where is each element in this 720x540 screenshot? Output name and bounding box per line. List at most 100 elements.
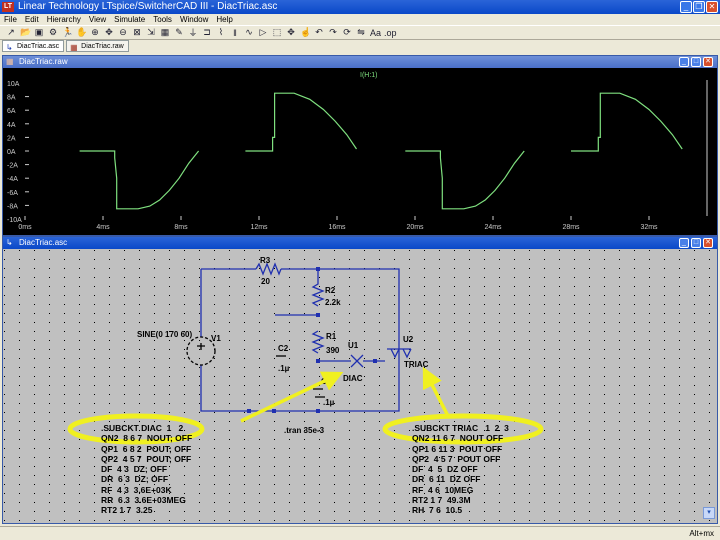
y-tick-label: 4A (7, 122, 16, 129)
subckt-line: RR 6 3 3.6E+03MEG (101, 495, 186, 506)
move-icon[interactable]: ✥ (286, 27, 296, 38)
c2-value: .1µ (278, 364, 290, 373)
c1-value: .1µ (323, 398, 335, 407)
u2-label: U2 (403, 335, 414, 344)
menu-simulate[interactable]: Simulate (114, 14, 145, 25)
y-tick-label: 8A (7, 95, 16, 102)
schematic-icon: ↳ (6, 43, 13, 52)
close-button[interactable]: ✕ (703, 57, 713, 67)
text-icon[interactable]: Aa (370, 28, 381, 38)
schematic-canvas[interactable]: R3 20 R2 2.2k R1 390 C2 .1µ C1 .1µ V1 SI… (3, 249, 717, 523)
halt-icon[interactable]: ✋ (76, 27, 87, 38)
u1-label: U1 (348, 341, 359, 350)
menu-tools[interactable]: Tools (153, 14, 172, 25)
open-icon[interactable]: 📂 (20, 27, 31, 38)
subckt-line: QN2 8 6 7 NOUT; OFF (101, 433, 193, 444)
spice-directive-icon[interactable]: .op (384, 28, 397, 38)
status-bar: Alt+mx (0, 526, 720, 540)
schematic-window: ↳ DiacTriac.asc _ □ ✕ R3 20 R2 2.2k R1 3… (2, 236, 718, 524)
menu-help[interactable]: Help (216, 14, 232, 25)
x-tick-label: 12ms (250, 224, 268, 231)
pan-icon[interactable]: ✥ (104, 27, 114, 38)
restore-button[interactable]: ❐ (693, 1, 705, 13)
close-button[interactable]: ✕ (703, 238, 713, 248)
window-title-text: DiacTriac.raw (19, 57, 68, 66)
triac-subckt-text[interactable]: .SUBCKT TRIAC 1 2 3 QN2 11 6 7 NOUT OFF QP… (412, 423, 509, 516)
waveform-icon: ▦ (70, 43, 78, 52)
x-tick-label: 0ms (18, 224, 32, 231)
rotate-icon[interactable]: ⟳ (342, 27, 352, 38)
diac-subckt-text[interactable]: .SUBCKT DIAC 1 2 QN2 8 6 7 NOUT; OFF QP1 6… (101, 423, 192, 516)
capacitor-icon[interactable]: ‖ (230, 28, 240, 38)
subckt-line: QP1 6 8 2 POUT; OFF (101, 443, 192, 454)
label-icon[interactable]: ⊐ (202, 27, 212, 38)
run-icon[interactable]: 🏃 (62, 27, 73, 38)
waveform-window-title: ▦ DiacTriac.raw _ □ ✕ (3, 56, 717, 68)
wire-icon[interactable]: ✎ (174, 27, 184, 38)
grid-icon[interactable]: ▦ (160, 27, 170, 38)
x-tick-label: 16ms (328, 224, 346, 231)
current-trace-segment (245, 92, 357, 152)
y-tick-label: -10A (7, 217, 22, 224)
subckt-line: .SUBCKT DIAC 1 2 (101, 423, 184, 433)
menu-file[interactable]: File (4, 14, 17, 25)
u2-value: TRIAC (404, 360, 429, 369)
subckt-line: DR 6 3 DZ; OFF (101, 474, 169, 485)
y-tick-label: -4A (7, 176, 18, 183)
current-trace-segment (405, 150, 525, 210)
current-trace-segment (571, 92, 683, 152)
menu-hierarchy[interactable]: Hierarchy (47, 14, 81, 25)
zoom-out-icon[interactable]: ⊖ (118, 27, 128, 38)
r2-value: 2.2k (325, 298, 341, 307)
r2-label: R2 (325, 286, 336, 295)
subckt-line: QP2 4 5 7 POUT OFF (412, 453, 501, 464)
x-tick-label: 4ms (96, 224, 110, 231)
v1-value: SINE(0 170 60) (137, 330, 192, 339)
control-panel-icon[interactable]: ⚙ (48, 27, 58, 38)
zoom-fit-icon[interactable]: ⊠ (132, 27, 142, 38)
maximize-button[interactable]: □ (691, 238, 701, 248)
y-tick-label: -2A (7, 163, 18, 170)
minimize-button[interactable]: _ (679, 57, 689, 67)
tab-diactriac-asc[interactable]: ↳ DiacTriac.asc (2, 40, 65, 52)
drag-icon[interactable]: ☝ (300, 27, 311, 38)
x-tick-label: 8ms (174, 224, 188, 231)
close-button[interactable]: ✕ (706, 1, 718, 13)
menu-view[interactable]: View (89, 14, 106, 25)
toolbar: ↗ 📂 ▣ ⚙ 🏃 ✋ ⊕ ✥ ⊖ ⊠ ⇲ ▦ ✎ ⏚ ⊐ ⌇ ‖ ∿ ▷ ⬚ ✥ ☝ ↶ ↷ ⟳ ⇋ Aa .op (0, 25, 720, 40)
subckt-line: RF 4 3 3.6E+03K (101, 484, 172, 495)
tab-diactriac-raw[interactable]: ▦ DiacTriac.raw (66, 40, 129, 52)
new-schematic-icon[interactable]: ↗ (6, 27, 16, 38)
v1-label: V1 (211, 334, 221, 343)
redo-icon[interactable]: ↷ (328, 27, 338, 38)
inductor-icon[interactable]: ∿ (244, 27, 254, 38)
minimize-button[interactable]: _ (680, 1, 692, 13)
resistor-icon[interactable]: ⌇ (216, 27, 226, 38)
waveform-plot[interactable]: 10A 8A 6A 4A 2A 0A -2A -4A -6A -8A -10A0ms 4ms 8ms 12… (3, 68, 717, 235)
autoscale-icon[interactable]: ⇲ (146, 27, 156, 38)
subckt-line: DR 6 11 DZ OFF (412, 474, 481, 485)
tab-label: DiacTriac.asc (17, 43, 60, 50)
scroll-down-button[interactable]: ▾ (703, 507, 715, 519)
subckt-line: QP2 4 5 7 POUT; OFF (101, 453, 192, 464)
u1-value: DIAC (343, 374, 363, 383)
component-icon[interactable]: ⬚ (272, 27, 282, 38)
menu-edit[interactable]: Edit (25, 14, 39, 25)
maximize-button[interactable]: □ (691, 57, 701, 67)
save-icon[interactable]: ▣ (34, 27, 44, 38)
r1-label: R1 (326, 332, 337, 341)
mirror-icon[interactable]: ⇋ (356, 27, 366, 38)
app-title: Linear Technology LTspice/SwitcherCAD II… (18, 1, 278, 12)
undo-icon[interactable]: ↶ (314, 27, 324, 38)
x-tick-label: 28ms (562, 224, 580, 231)
minimize-button[interactable]: _ (679, 238, 689, 248)
ground-icon[interactable]: ⏚ (188, 26, 198, 39)
zoom-in-icon[interactable]: ⊕ (90, 27, 100, 38)
r3-value: 20 (261, 277, 270, 286)
schematic-icon: ↳ (6, 238, 13, 247)
diode-icon[interactable]: ▷ (258, 27, 268, 38)
tran-directive[interactable]: .tran 35e-3 (284, 426, 325, 435)
r1-value: 390 (326, 346, 340, 355)
subckt-line: RT2 1 7 49.3M (412, 495, 471, 506)
menu-window[interactable]: Window (180, 14, 208, 25)
